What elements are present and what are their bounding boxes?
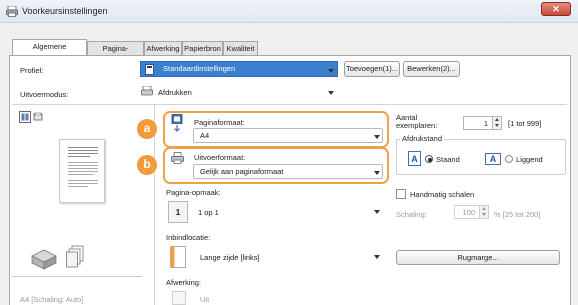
pages-icon	[66, 245, 84, 268]
window-title: Voorkeursinstellingen	[22, 6, 108, 16]
callout-badge-b: b	[137, 155, 157, 175]
copies-range: [1 tot 999]	[508, 119, 542, 128]
landscape-radio[interactable]	[505, 155, 513, 163]
gutter-button[interactable]: Rugmarge...	[396, 250, 560, 265]
page-size-select[interactable]: A4	[193, 128, 383, 143]
profile-select[interactable]: Standaardinstellingen	[140, 61, 338, 77]
divider	[12, 276, 142, 277]
orientation-label: Afdrukstand	[400, 134, 445, 143]
page-layout-label: Pagina-opmaak:	[166, 188, 221, 197]
view-toggle-icon[interactable]	[19, 111, 45, 123]
scaling-value: 100	[462, 208, 475, 217]
tab-general[interactable]: Algemene instellingen	[12, 39, 87, 64]
edit-profile-button[interactable]: Bewerken(2)...	[403, 61, 460, 77]
output-size-printer-icon	[171, 152, 184, 164]
copies-value: 1	[483, 119, 488, 128]
page-size-icon	[171, 114, 183, 132]
chevron-down-icon	[374, 210, 380, 214]
profile-icon	[145, 64, 154, 75]
portrait-icon: A	[408, 151, 421, 166]
chevron-down-icon	[374, 255, 380, 259]
page-layout-value: 1 op 1	[198, 208, 219, 217]
finishing-label: Afwerking:	[166, 278, 202, 287]
preview-status-text: A4 [Schaling: Auto]	[20, 295, 84, 304]
spinner-arrows-icon[interactable]	[479, 206, 488, 218]
tab-quality[interactable]: Kwaliteit	[223, 41, 258, 55]
close-button[interactable]: ✕	[541, 2, 571, 16]
landscape-label: Liggend	[516, 155, 543, 164]
finishing-value: Uit	[200, 295, 210, 304]
chevron-down-icon	[328, 91, 334, 95]
output-mode-label: Uitvoermodus:	[20, 90, 69, 99]
output-mode-select[interactable]: Afdrukken	[140, 84, 338, 100]
portrait-label: Staand	[436, 155, 460, 164]
page-layout-select[interactable]: 1 1 op 1	[166, 198, 384, 226]
manual-scaling-label: Handmatig schalen	[410, 190, 475, 199]
printer-icon	[6, 6, 18, 17]
chevron-down-icon	[328, 69, 334, 73]
chevron-down-icon	[374, 171, 380, 175]
binding-value: Lange zijde [links]	[200, 253, 260, 262]
page-size-label: Paginaformaat:	[194, 118, 245, 127]
page-layout-icon: 1	[168, 201, 188, 223]
profile-label: Profiel:	[20, 66, 44, 75]
binding-label: Inbindlocatie:	[166, 233, 211, 242]
binding-icon	[170, 246, 186, 268]
printer-icon	[141, 86, 153, 96]
copies-label: Aantal exemplaren:	[396, 113, 438, 130]
binding-select[interactable]: Lange zijde [links]	[166, 244, 384, 270]
tab-finishing[interactable]: Afwerking	[144, 41, 182, 55]
close-icon: ✕	[552, 4, 560, 14]
page-preview	[59, 139, 105, 203]
output-size-value: Gelijk aan paginaformaat	[200, 167, 284, 176]
scaling-label: Schaling:	[396, 210, 427, 219]
output-size-label: Uitvoerformaat:	[194, 153, 246, 162]
page-size-value: A4	[200, 131, 210, 140]
tab-page-setup[interactable]: Pagina-instelling	[87, 41, 144, 66]
tab-paper-source[interactable]: Papierbron	[182, 41, 223, 55]
scaling-range: % [25 tot 200]	[494, 210, 541, 219]
chevron-down-icon	[374, 135, 380, 139]
manual-scaling-checkbox[interactable]	[396, 189, 406, 199]
landscape-icon: A	[485, 153, 501, 165]
divider	[12, 104, 567, 105]
portrait-radio[interactable]	[425, 155, 433, 163]
finishing-icon	[172, 291, 186, 305]
output-size-select[interactable]: Gelijk aan paginaformaat	[193, 164, 383, 179]
output-mode-value: Afdrukken	[158, 88, 192, 97]
scaling-spinner[interactable]: 100	[454, 205, 489, 219]
add-profile-button[interactable]: Toevoegen(1)...	[344, 61, 400, 77]
finishing-select[interactable]: Uit	[166, 289, 384, 305]
profile-value: Standaardinstellingen	[163, 64, 236, 73]
callout-badge-a: a	[137, 119, 157, 139]
copies-spinner[interactable]: 1	[463, 116, 502, 130]
spinner-arrows-icon[interactable]	[492, 117, 501, 129]
printer-device-icon	[31, 249, 57, 270]
